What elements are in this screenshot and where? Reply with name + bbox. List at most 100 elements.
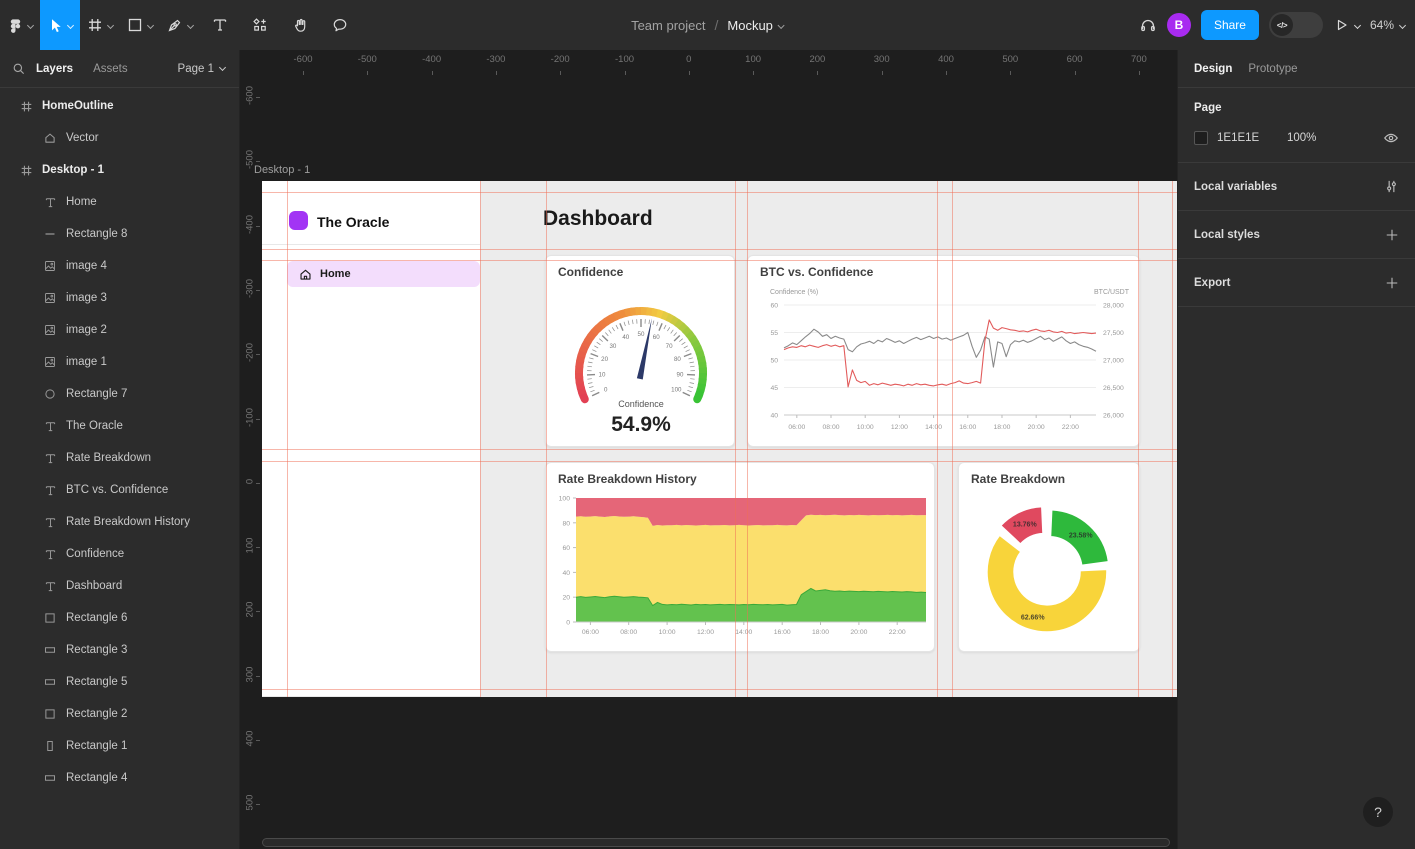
plus-icon[interactable] bbox=[1385, 276, 1399, 290]
layer-row[interactable]: image 3 bbox=[0, 282, 239, 314]
layer-row[interactable]: HomeOutline bbox=[0, 90, 239, 122]
sliders-icon[interactable] bbox=[1384, 179, 1399, 194]
ruler-label: 200 bbox=[809, 54, 825, 65]
plus-icon[interactable] bbox=[1385, 228, 1399, 242]
mockup-nav-home[interactable]: Home bbox=[287, 261, 480, 287]
svg-text:BTC/USDT: BTC/USDT bbox=[1094, 289, 1130, 296]
svg-text:23.58%: 23.58% bbox=[1069, 533, 1094, 540]
layer-row[interactable]: Rate Breakdown History bbox=[0, 506, 239, 538]
page-selector[interactable]: Page 1 bbox=[178, 63, 225, 75]
layer-name: Vector bbox=[66, 132, 99, 144]
guide-vertical[interactable] bbox=[735, 181, 736, 697]
shape-tool-button[interactable] bbox=[120, 0, 160, 50]
layer-row[interactable]: Dashboard bbox=[0, 570, 239, 602]
layer-row[interactable]: Vector bbox=[0, 122, 239, 154]
layer-row[interactable]: Rate Breakdown bbox=[0, 442, 239, 474]
layer-row[interactable]: Rectangle 8 bbox=[0, 218, 239, 250]
main-menu-button[interactable] bbox=[0, 0, 40, 50]
share-button[interactable]: Share bbox=[1201, 10, 1259, 40]
page-color-swatch[interactable] bbox=[1194, 131, 1208, 145]
guide-vertical[interactable] bbox=[1138, 181, 1139, 697]
search-icon[interactable] bbox=[12, 62, 26, 76]
layer-row[interactable]: image 2 bbox=[0, 314, 239, 346]
comment-tool-button[interactable] bbox=[320, 0, 360, 50]
layer-row[interactable]: The Oracle bbox=[0, 410, 239, 442]
ruler-tick bbox=[560, 71, 561, 75]
mockup-logo[interactable] bbox=[289, 211, 308, 230]
horizontal-scrollbar[interactable] bbox=[262, 838, 1170, 847]
layer-name: Rectangle 3 bbox=[66, 644, 127, 656]
rate-breakdown-card[interactable]: Rate Breakdown 23.58%62.66%13.76% bbox=[958, 462, 1140, 652]
btc-confidence-card[interactable]: BTC vs. Confidence 404550556026,00026,50… bbox=[747, 255, 1140, 447]
wide-layer-icon bbox=[42, 770, 58, 786]
eye-icon[interactable] bbox=[1383, 130, 1399, 146]
svg-text:50: 50 bbox=[770, 358, 778, 365]
layer-row[interactable]: Rectangle 2 bbox=[0, 698, 239, 730]
layer-row[interactable]: image 4 bbox=[0, 250, 239, 282]
guide-vertical[interactable] bbox=[747, 181, 748, 697]
mockup-sidebar: The Oracle Home bbox=[262, 181, 480, 697]
actions-tool-button[interactable] bbox=[240, 0, 280, 50]
guide-horizontal[interactable] bbox=[262, 461, 1177, 462]
guide-vertical[interactable] bbox=[546, 181, 547, 697]
svg-text:Confidence (%): Confidence (%) bbox=[770, 289, 818, 296]
export-section[interactable]: Export bbox=[1178, 259, 1415, 307]
toolbar-right-group: B Share </> 64% bbox=[1139, 0, 1405, 50]
local-variables-section[interactable]: Local variables bbox=[1178, 163, 1415, 211]
avatar[interactable]: B bbox=[1167, 13, 1191, 37]
layer-row[interactable]: Rectangle 4 bbox=[0, 762, 239, 794]
layer-row[interactable]: Rectangle 5 bbox=[0, 666, 239, 698]
guide-vertical[interactable] bbox=[952, 181, 953, 697]
zoom-menu[interactable]: 64% bbox=[1370, 18, 1405, 32]
present-button[interactable] bbox=[1333, 17, 1360, 33]
frame-tool-button[interactable] bbox=[80, 0, 120, 50]
ruler-tick bbox=[689, 71, 690, 75]
layer-row[interactable]: Rectangle 7 bbox=[0, 378, 239, 410]
hand-tool-button[interactable] bbox=[280, 0, 320, 50]
breadcrumb-file[interactable]: Mockup bbox=[727, 18, 773, 33]
guide-vertical[interactable] bbox=[937, 181, 938, 697]
help-button[interactable]: ? bbox=[1363, 797, 1393, 827]
layer-row[interactable]: Rectangle 1 bbox=[0, 730, 239, 762]
canvas[interactable]: -600-500-400-300-200-1000100200300400500… bbox=[240, 50, 1177, 849]
text-tool-button[interactable] bbox=[200, 0, 240, 50]
tab-assets[interactable]: Assets bbox=[93, 63, 128, 75]
guide-vertical[interactable] bbox=[480, 181, 481, 697]
guide-horizontal[interactable] bbox=[262, 260, 1177, 261]
layer-row[interactable]: Rectangle 6 bbox=[0, 602, 239, 634]
ruler-tick bbox=[256, 740, 260, 741]
line-layer-icon bbox=[42, 226, 58, 242]
dev-mode-toggle[interactable]: </> bbox=[1269, 12, 1323, 38]
layer-row[interactable]: Home bbox=[0, 186, 239, 218]
chevron-down-icon bbox=[67, 21, 74, 28]
desktop-frame[interactable]: The Oracle Home Dashboard Confidence 010… bbox=[262, 181, 1177, 697]
layer-row[interactable]: Desktop - 1 bbox=[0, 154, 239, 186]
tab-layers[interactable]: Layers bbox=[36, 63, 73, 75]
tab-design[interactable]: Design bbox=[1194, 63, 1232, 75]
rate-breakdown-history-card[interactable]: Rate Breakdown History 02040608010006:00… bbox=[545, 462, 935, 652]
guide-vertical[interactable] bbox=[287, 181, 288, 697]
local-styles-section[interactable]: Local styles bbox=[1178, 211, 1415, 259]
guide-vertical[interactable] bbox=[1172, 181, 1173, 697]
move-tool-button[interactable] bbox=[40, 0, 80, 50]
layer-row[interactable]: Confidence bbox=[0, 538, 239, 570]
page-color-opacity[interactable]: 100% bbox=[1287, 132, 1383, 144]
page-color-hex[interactable]: 1E1E1E bbox=[1217, 132, 1273, 144]
ruler-label: 200 bbox=[245, 593, 256, 627]
layer-row[interactable]: BTC vs. Confidence bbox=[0, 474, 239, 506]
huddle-headphones-icon[interactable] bbox=[1139, 16, 1157, 34]
layer-row[interactable]: Rectangle 3 bbox=[0, 634, 239, 666]
chevron-down-icon[interactable] bbox=[778, 21, 785, 28]
layer-row[interactable]: image 1 bbox=[0, 346, 239, 378]
breadcrumb-project[interactable]: Team project bbox=[631, 18, 705, 33]
pen-tool-button[interactable] bbox=[160, 0, 200, 50]
ruler-label: -500 bbox=[358, 54, 377, 65]
guide-horizontal[interactable] bbox=[262, 192, 1177, 193]
guide-horizontal[interactable] bbox=[262, 689, 1177, 690]
guide-horizontal[interactable] bbox=[262, 449, 1177, 450]
image-layer-icon bbox=[42, 322, 58, 338]
confidence-gauge-card[interactable]: Confidence 0102030405060708090100Confide… bbox=[545, 255, 735, 447]
guide-horizontal[interactable] bbox=[262, 249, 1177, 250]
frame-label[interactable]: Desktop - 1 bbox=[254, 164, 310, 176]
tab-prototype[interactable]: Prototype bbox=[1248, 63, 1297, 75]
